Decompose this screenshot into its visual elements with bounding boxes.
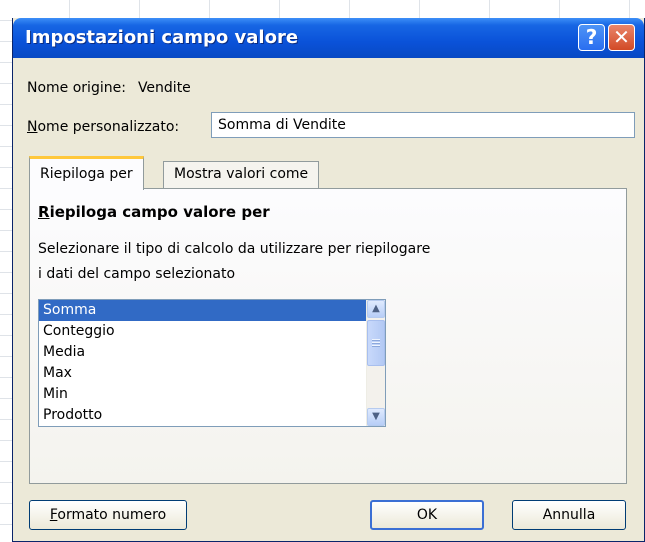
chevron-up-icon: ▲ [372,303,380,314]
dialog-content: Nome origine: Vendite Nome personalizzato… [13,58,644,541]
custom-name-input[interactable] [211,112,635,138]
section-title: Riepiloga campo valore per [38,203,270,221]
description-line-1: Selezionare il tipo di calcolo da utiliz… [38,241,431,257]
list-item-min[interactable]: Min [39,384,367,405]
description-line-2: i dati del campo selezionato [38,266,236,282]
section-title-accel: R [38,203,50,221]
list-scrollbar[interactable]: ▲ ▼ [366,300,385,426]
title-bar[interactable]: Impostazioni campo valore ? ✕ [13,18,644,58]
description-text: Selezionare il tipo di calcolo da utiliz… [38,237,598,287]
list-item-conteggio[interactable]: Conteggio [39,321,367,342]
custom-name-label-text: ome personalizzato: [37,119,180,135]
close-button[interactable]: ✕ [608,24,635,51]
help-icon: ? [585,25,598,49]
source-name-row: Nome origine: Vendite [27,80,191,96]
number-format-label: ormato numero [57,507,167,523]
value-field-settings-dialog: Impostazioni campo valore ? ✕ Nome origi… [12,18,645,542]
number-format-button[interactable]: Formato numero [29,500,187,530]
cancel-button[interactable]: Annulla [512,500,626,530]
scroll-down-button[interactable]: ▼ [367,408,385,426]
custom-name-label: Nome personalizzato: [27,119,179,135]
help-button[interactable]: ? [578,24,605,51]
section-title-text: iepiloga campo valore per [49,203,270,221]
tab-summarize-by[interactable]: Riepiloga per [29,156,144,190]
close-icon: ✕ [613,25,630,49]
list-item-somma[interactable]: Somma [39,300,367,321]
ok-button[interactable]: OK [370,500,484,530]
scroll-up-button[interactable]: ▲ [367,300,385,318]
chevron-down-icon: ▼ [372,411,380,422]
list-item-media[interactable]: Media [39,342,367,363]
grip-icon [372,339,380,348]
scroll-thumb[interactable] [367,320,385,366]
tab-panel: Riepiloga campo valore per Selezionare i… [29,188,627,484]
custom-name-accel: N [27,119,38,135]
source-name-label: Nome origine: [27,80,126,96]
function-list: Somma Conteggio Media Max Min Prodotto [39,300,367,426]
tab-show-values-as-label: Mostra valori come [174,166,309,182]
tab-summarize-by-label: Riepiloga per [40,166,133,182]
list-item-prodotto[interactable]: Prodotto [39,405,367,426]
list-item-max[interactable]: Max [39,363,367,384]
dialog-title: Impostazioni campo valore [25,27,299,48]
source-name-value: Vendite [137,80,191,96]
tab-show-values-as[interactable]: Mostra valori come [163,161,320,188]
function-listbox[interactable]: Somma Conteggio Media Max Min Prodotto ▲… [38,299,386,427]
